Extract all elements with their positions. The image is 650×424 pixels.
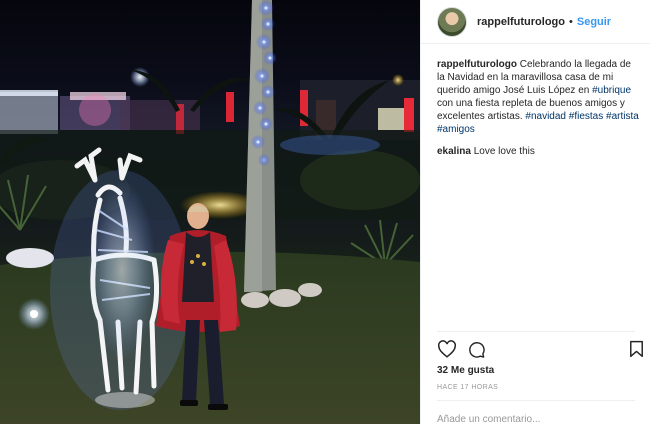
comment-bubble-icon[interactable]	[467, 340, 486, 364]
hashtag-link[interactable]: #artista	[606, 111, 639, 122]
caption-username[interactable]: rappelfuturologo	[437, 59, 517, 70]
post-timestamp[interactable]: HACE 17 HORAS	[437, 384, 498, 391]
comment: ekalina Love love this	[437, 145, 641, 158]
post-photo[interactable]	[0, 0, 420, 424]
post-username[interactable]: rappelfuturologo	[477, 16, 565, 28]
follow-button[interactable]: Seguir	[577, 16, 611, 28]
bookmark-icon[interactable]	[629, 340, 644, 363]
caption: rappelfuturologo Celebrando la llegada d…	[437, 58, 641, 136]
action-bar	[437, 340, 649, 360]
comments-list: rappelfuturologo Celebrando la llegada d…	[437, 58, 641, 158]
add-comment-input[interactable]	[437, 412, 635, 424]
post-side-panel: rappelfuturologo • Seguir rappelfuturolo…	[420, 0, 650, 424]
comment-username[interactable]: ekalina	[437, 146, 471, 157]
likes-count[interactable]: 32 Me gusta	[437, 365, 494, 376]
hashtag-link[interactable]: #ubrique	[592, 85, 631, 96]
hashtag-link[interactable]: #navidad	[525, 111, 566, 122]
hashtag-link[interactable]: #amigos	[437, 124, 475, 135]
avatar[interactable]	[437, 6, 467, 37]
heart-icon[interactable]	[437, 340, 457, 363]
christmas-night-scene	[0, 0, 420, 424]
hashtag-link[interactable]: #fiestas	[569, 111, 603, 122]
separator-dot: •	[569, 15, 573, 28]
comment-text: Love love this	[473, 146, 535, 157]
divider	[437, 331, 635, 332]
divider	[437, 400, 635, 401]
post-header: rappelfuturologo • Seguir	[421, 0, 650, 44]
